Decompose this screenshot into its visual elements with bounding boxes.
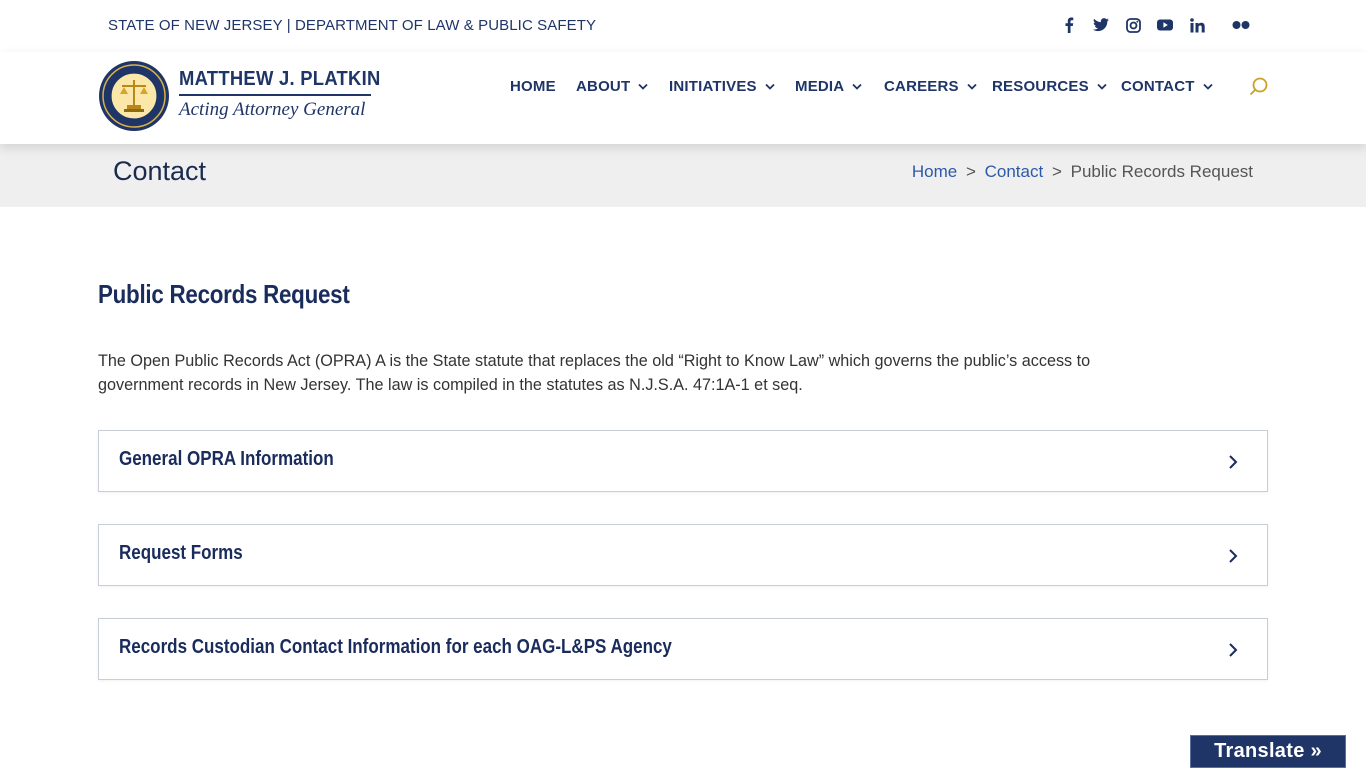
chevron-down-icon	[967, 83, 977, 90]
chevron-down-icon	[1097, 83, 1107, 90]
breadcrumb-separator: >	[965, 162, 976, 181]
nav-contact[interactable]: CONTACT	[1121, 78, 1213, 95]
site-logo[interactable]: MATTHEW J. PLATKIN Acting Attorney Gener…	[98, 58, 381, 134]
nav-home-label: HOME	[510, 78, 556, 95]
nav-initiatives-label: INITIATIVES	[669, 78, 757, 95]
accordion-request-forms[interactable]: Request Forms	[98, 524, 1268, 586]
accordion-records-custodian-contact[interactable]: Records Custodian Contact Information fo…	[98, 618, 1268, 680]
nav-media[interactable]: MEDIA	[795, 78, 862, 95]
nav-resources[interactable]: RESOURCES	[992, 78, 1107, 95]
state-department-line[interactable]: STATE OF NEW JERSEY | DEPARTMENT OF LAW …	[108, 17, 596, 34]
search-icon	[1249, 77, 1268, 96]
nav-media-label: MEDIA	[795, 78, 845, 95]
search-button[interactable]	[1248, 76, 1270, 98]
breadcrumb-home-link[interactable]: Home	[912, 162, 957, 181]
attorney-general-seal-icon	[99, 61, 169, 131]
accordion-label: General OPRA Information	[119, 448, 334, 470]
chevron-down-icon	[765, 83, 775, 90]
nav-contact-label: CONTACT	[1121, 78, 1195, 95]
breadcrumb: Home > Contact > Public Records Request	[912, 162, 1253, 182]
content-heading: Public Records Request	[98, 279, 350, 309]
facebook-icon[interactable]	[1058, 14, 1080, 36]
page-title-band: Contact Home > Contact > Public Records …	[0, 144, 1366, 207]
nav-initiatives[interactable]: INITIATIVES	[669, 78, 775, 95]
intro-paragraph: The Open Public Records Act (OPRA) A is …	[98, 352, 1091, 394]
nav-resources-label: RESOURCES	[992, 78, 1089, 95]
chevron-down-icon	[852, 83, 862, 90]
instagram-icon[interactable]	[1122, 14, 1144, 36]
twitter-icon[interactable]	[1090, 14, 1112, 36]
flickr-icon[interactable]	[1230, 14, 1252, 36]
accordion-label: Request Forms	[119, 542, 243, 564]
nav-about-label: ABOUT	[576, 78, 631, 95]
attorney-general-name: MATTHEW J. PLATKIN	[179, 67, 381, 90]
nav-home[interactable]: HOME	[510, 78, 556, 95]
accordion-label: Records Custodian Contact Information fo…	[119, 636, 672, 658]
attorney-general-title: Acting Attorney General	[179, 98, 366, 120]
translate-button[interactable]: Translate »	[1190, 735, 1346, 768]
social-links	[1058, 14, 1262, 36]
linkedin-icon[interactable]	[1186, 14, 1208, 36]
site-header: MATTHEW J. PLATKIN Acting Attorney Gener…	[0, 52, 1366, 144]
chevron-down-icon	[638, 83, 648, 90]
youtube-icon[interactable]	[1154, 14, 1176, 36]
breadcrumb-separator: >	[1051, 162, 1062, 181]
chevron-right-icon	[1229, 643, 1238, 657]
logo-divider	[179, 93, 371, 96]
chevron-down-icon	[1202, 83, 1213, 90]
nav-careers[interactable]: CAREERS	[884, 78, 977, 95]
nav-about[interactable]: ABOUT	[576, 78, 648, 95]
breadcrumb-current: Public Records Request	[1070, 162, 1253, 181]
nav-careers-label: CAREERS	[884, 78, 959, 95]
page-title: Contact	[113, 156, 207, 186]
chevron-right-icon	[1229, 455, 1238, 469]
breadcrumb-contact-link[interactable]: Contact	[985, 162, 1044, 181]
accordion-general-opra-information[interactable]: General OPRA Information	[98, 430, 1268, 492]
chevron-right-icon	[1229, 549, 1238, 563]
top-bar: STATE OF NEW JERSEY | DEPARTMENT OF LAW …	[0, 0, 1366, 52]
